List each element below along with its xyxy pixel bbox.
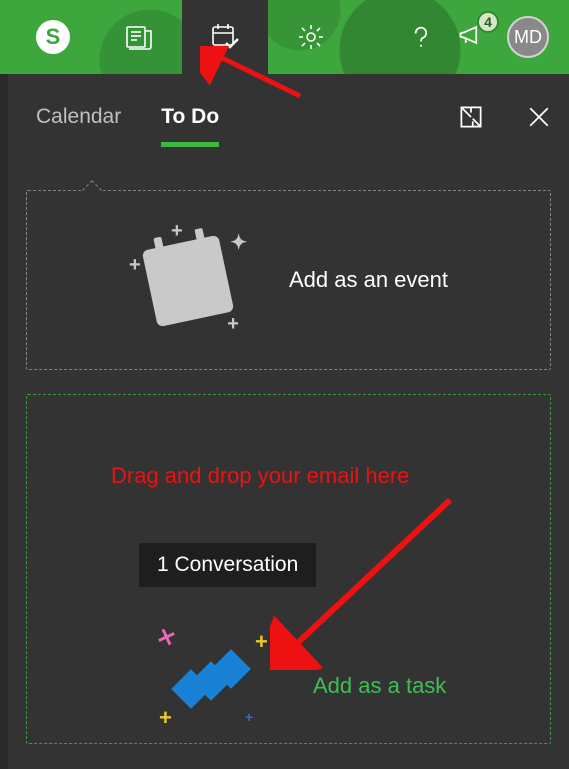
annotation-text: Drag and drop your email here xyxy=(111,463,409,489)
drag-chip[interactable]: 1 Conversation xyxy=(139,543,316,587)
todo-button[interactable] xyxy=(182,0,268,74)
skype-icon: S xyxy=(36,20,70,54)
settings-button[interactable] xyxy=(268,0,354,74)
dock-icon[interactable] xyxy=(457,103,485,131)
tab-calendar[interactable]: Calendar xyxy=(36,99,121,135)
panel-header: Calendar To Do xyxy=(8,74,569,160)
calendar-check-icon xyxy=(209,21,241,53)
announcements-button[interactable]: 4 xyxy=(457,21,485,54)
calendar-sparkle-icon: + + ✦ + xyxy=(129,220,249,340)
close-icon[interactable] xyxy=(525,103,553,131)
my-day-panel: Calendar To Do + + ✦ + Add as an event D… xyxy=(8,74,569,769)
avatar[interactable]: MD xyxy=(507,16,549,58)
help-icon[interactable] xyxy=(407,23,435,51)
tab-todo[interactable]: To Do xyxy=(161,99,219,135)
add-event-dropzone[interactable]: + + ✦ + Add as an event xyxy=(26,190,551,370)
app-top-bar: S 4 MD xyxy=(0,0,569,74)
news-button[interactable] xyxy=(96,0,182,74)
gear-icon xyxy=(295,21,327,53)
notification-badge: 4 xyxy=(477,11,499,33)
skype-button[interactable]: S xyxy=(10,0,96,74)
add-task-dropzone[interactable]: Drag and drop your email here 1 Conversa… xyxy=(26,394,551,744)
task-drop-label: Add as a task xyxy=(313,673,446,699)
event-drop-label: Add as an event xyxy=(289,267,448,293)
news-icon xyxy=(123,21,155,53)
todo-sparkle-icon: ✕ + + + xyxy=(147,625,287,735)
